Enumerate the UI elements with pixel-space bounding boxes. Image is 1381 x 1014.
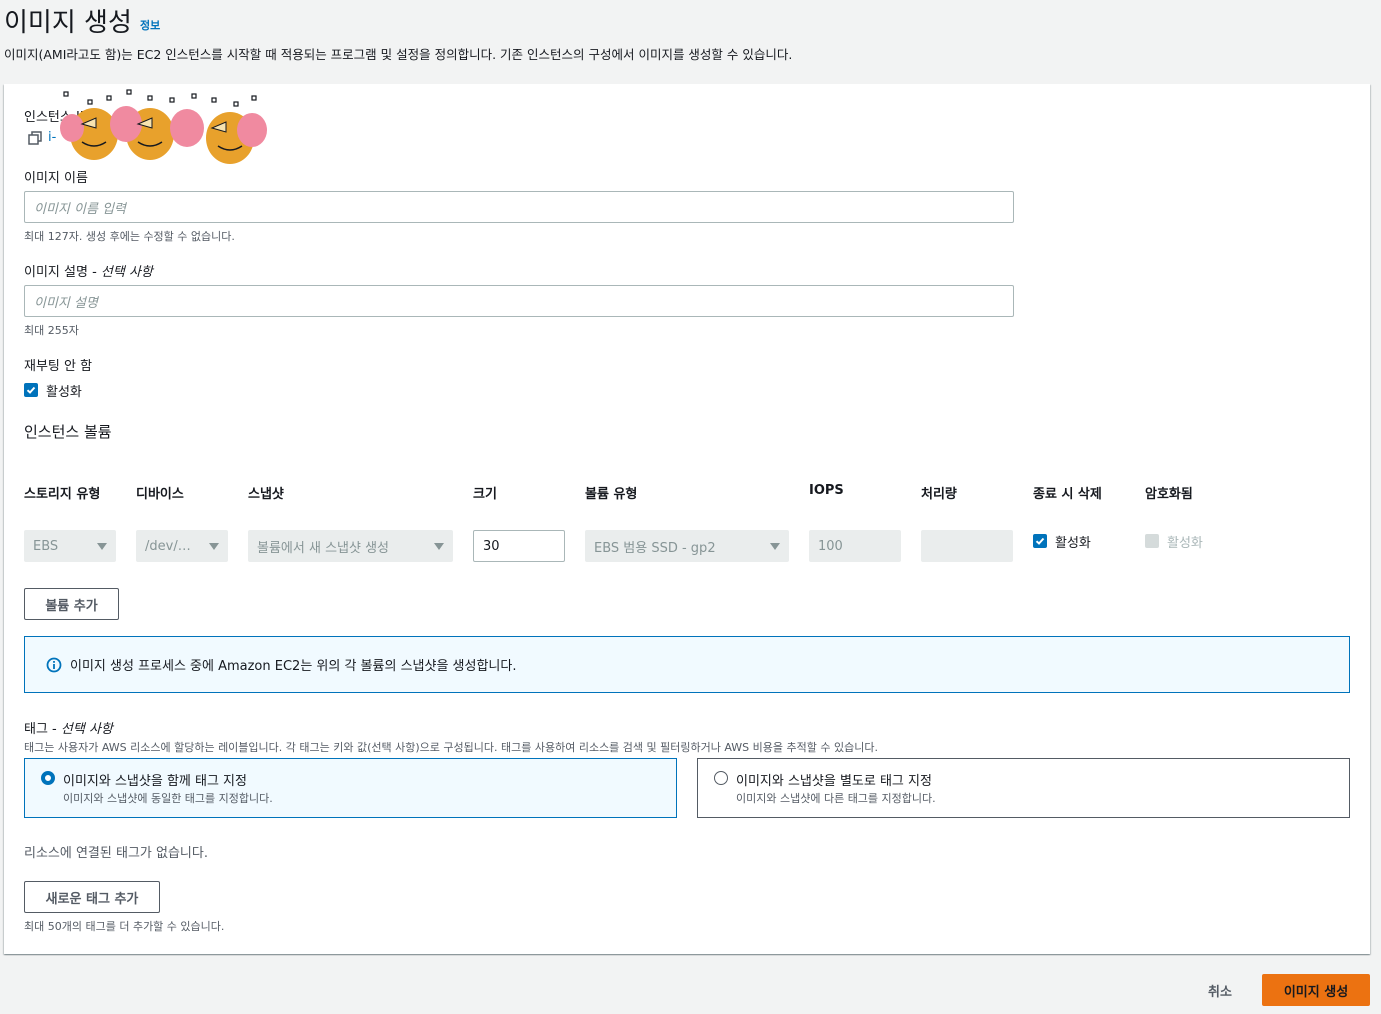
no-reboot-label: 재부팅 안 함 <box>24 359 93 374</box>
redaction-sticker <box>52 86 272 166</box>
col-delete-on-termination: 종료 시 삭제 <box>1033 487 1102 502</box>
encrypted-label: 활성화 <box>1167 536 1203 551</box>
cancel-button[interactable]: 취소 <box>1208 981 1232 1000</box>
info-icon <box>46 657 62 673</box>
copy-icon[interactable] <box>28 130 42 145</box>
col-snapshot: 스냅샷 <box>248 487 284 502</box>
tags-label: 태그 - 선택 사항 <box>24 722 113 737</box>
caret-down-icon <box>209 542 219 550</box>
image-description-label: 이미지 설명 - 선택 사항 <box>24 265 153 280</box>
page-title: 이미지 생성 <box>4 8 132 38</box>
throughput-input <box>921 530 1013 562</box>
tag-separate-radio[interactable] <box>714 771 728 785</box>
tag-together-title: 이미지와 스냅샷을 함께 태그 지정 <box>63 774 247 789</box>
device-select: /dev/… <box>136 530 228 562</box>
instance-volumes-title: 인스턴스 볼륨 <box>24 423 112 441</box>
iops-input: 100 <box>809 530 901 562</box>
info-link[interactable]: 정보 <box>140 17 160 33</box>
image-settings-panel: 인스턴스 ID i- 이미지 이름 이미지 이름 입력 최대 127자. 생성 … <box>4 84 1370 954</box>
tag-together-desc: 이미지와 스냅샷에 동일한 태그를 지정합니다. <box>63 792 273 805</box>
col-throughput: 처리량 <box>921 487 957 502</box>
no-reboot-checkbox-label: 활성화 <box>46 385 82 400</box>
add-tag-button[interactable]: 새로운 태그 추가 <box>24 881 160 913</box>
col-volume-type: 볼륨 유형 <box>585 487 638 502</box>
image-name-label: 이미지 이름 <box>24 171 88 186</box>
caret-down-icon <box>770 542 780 550</box>
alert-text: 이미지 생성 프로세스 중에 Amazon EC2는 위의 각 볼륨의 스냅샷을… <box>70 659 517 674</box>
col-size: 크기 <box>473 487 497 502</box>
image-description-input[interactable]: 이미지 설명 <box>24 285 1014 317</box>
tag-option-separate[interactable]: 이미지와 스냅샷을 별도로 태그 지정 이미지와 스냅샷에 다른 태그를 지정합… <box>697 758 1350 818</box>
no-reboot-checkbox[interactable] <box>24 383 38 397</box>
image-name-input[interactable]: 이미지 이름 입력 <box>24 191 1014 223</box>
size-input[interactable]: 30 <box>473 530 565 562</box>
volume-type-select: EBS 범용 SSD - gp2 <box>585 530 789 562</box>
caret-down-icon <box>434 542 444 550</box>
delete-on-termination-checkbox[interactable] <box>1033 534 1047 548</box>
page-description: 이미지(AMI라고도 함)는 EC2 인스턴스를 시작할 때 적용되는 프로그램… <box>4 47 793 62</box>
no-tags-text: 리소스에 연결된 태그가 없습니다. <box>24 846 208 861</box>
col-encrypted: 암호화됨 <box>1145 487 1193 502</box>
image-description-hint: 최대 255자 <box>24 324 79 337</box>
col-iops: IOPS <box>809 483 844 498</box>
tag-option-together[interactable]: 이미지와 스냅샷을 함께 태그 지정 이미지와 스냅샷에 동일한 태그를 지정합… <box>24 758 677 818</box>
tag-limit-hint: 최대 50개의 태그를 더 추가할 수 있습니다. <box>24 920 225 933</box>
snapshot-select: 볼륨에서 새 스냅샷 생성 <box>248 530 453 562</box>
tag-separate-title: 이미지와 스냅샷을 별도로 태그 지정 <box>736 774 932 789</box>
add-volume-button[interactable]: 볼륨 추가 <box>24 588 119 620</box>
col-storage-type: 스토리지 유형 <box>24 487 101 502</box>
image-name-hint: 최대 127자. 생성 후에는 수정할 수 없습니다. <box>24 230 235 243</box>
storage-type-select: EBS <box>24 530 116 562</box>
snapshot-info-alert: 이미지 생성 프로세스 중에 Amazon EC2는 위의 각 볼륨의 스냅샷을… <box>24 636 1350 693</box>
tag-together-radio[interactable] <box>41 771 55 785</box>
tag-separate-desc: 이미지와 스냅샷에 다른 태그를 지정합니다. <box>736 792 936 805</box>
encrypted-checkbox <box>1145 534 1159 548</box>
delete-on-termination-label: 활성화 <box>1055 536 1091 551</box>
create-image-button[interactable]: 이미지 생성 <box>1262 974 1370 1006</box>
caret-down-icon <box>97 542 107 550</box>
tags-description: 태그는 사용자가 AWS 리소스에 할당하는 레이블입니다. 각 태그는 키와 … <box>24 741 878 754</box>
col-device: 디바이스 <box>136 487 184 502</box>
